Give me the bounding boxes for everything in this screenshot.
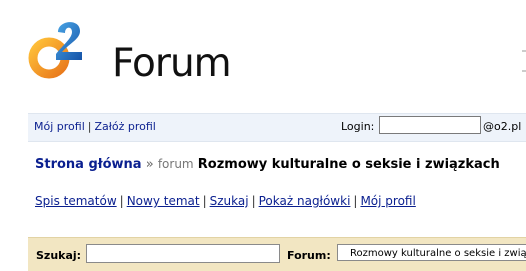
breadcrumb-arrow: » xyxy=(145,157,154,172)
my-profile-link[interactable]: Mój profil xyxy=(34,120,85,133)
forum-select[interactable]: Rozmowy kulturalne o seksie i związkach xyxy=(337,244,526,261)
logo[interactable]: Forum xyxy=(28,14,232,94)
forum-logo-text: Forum xyxy=(112,41,232,86)
search-link[interactable]: Szukaj xyxy=(210,194,249,208)
domain-suffix: @o2.pl xyxy=(483,120,522,133)
page-title: Rozmowy kulturalne o seksie i związkach xyxy=(197,157,500,172)
separator: | xyxy=(202,194,207,208)
separator: | xyxy=(119,194,124,208)
edge-mark xyxy=(522,70,526,72)
breadcrumb-forum-word: forum xyxy=(157,157,194,171)
separator: | xyxy=(251,194,256,208)
breadcrumb-home-link[interactable]: Strona główna xyxy=(35,157,142,172)
login-bar: Mój profil | Załóż profil Login: @o2.pl xyxy=(28,113,526,142)
search-label: Szukaj: xyxy=(36,249,82,262)
breadcrumb: Strona główna » forum Rozmowy kulturalne… xyxy=(35,157,500,172)
new-topic-link[interactable]: Nowy temat xyxy=(127,194,200,208)
search-input[interactable] xyxy=(86,244,280,263)
search-bar: Szukaj: Forum: Rozmowy kulturalne o seks… xyxy=(28,237,526,271)
login-input[interactable] xyxy=(379,116,481,134)
separator: | xyxy=(353,194,358,208)
my-profile-nav-link[interactable]: Mój profil xyxy=(360,194,415,208)
forum-nav: Spis tematów | Nowy temat | Szukaj | Pokaż nag… xyxy=(35,194,416,208)
show-headers-link[interactable]: Pokaż nagłówki xyxy=(259,194,351,208)
topics-list-link[interactable]: Spis tematów xyxy=(35,194,117,208)
profile-links: Mój profil | Załóż profil xyxy=(34,120,156,133)
forum-label: Forum: xyxy=(287,249,331,262)
login-label: Login: xyxy=(341,120,375,133)
edge-mark xyxy=(522,50,526,52)
o2-logo-icon xyxy=(28,22,82,79)
create-profile-link[interactable]: Załóż profil xyxy=(94,120,155,133)
